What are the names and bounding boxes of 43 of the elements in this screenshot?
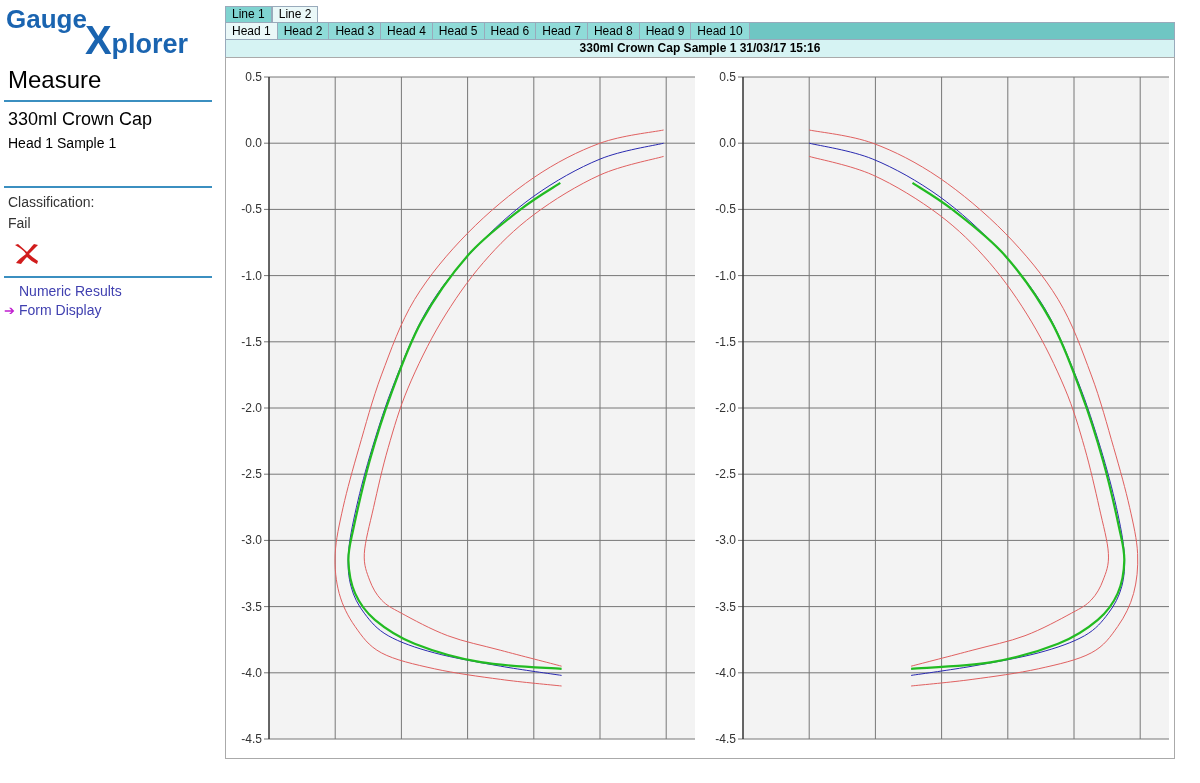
- axis-label: -3.0: [715, 533, 736, 548]
- classification-label: Classification:: [7, 193, 96, 212]
- axis-label: 0.5: [719, 70, 736, 84]
- axis-label: -4.0: [241, 665, 262, 680]
- selection-arrow: ➔: [4, 301, 16, 320]
- line-tab[interactable]: Line 1: [225, 6, 272, 22]
- axis-label: -1.0: [241, 268, 262, 283]
- axis-label: -1.5: [715, 334, 736, 349]
- axis-label: 0.5: [245, 70, 262, 84]
- axis-label: -2.5: [241, 467, 262, 482]
- head-tab[interactable]: Head 7: [536, 23, 588, 39]
- axis-label: -2.0: [715, 401, 736, 415]
- head-tab[interactable]: Head 10: [691, 23, 750, 39]
- head-tab[interactable]: Head 5: [432, 23, 485, 39]
- axis-label: -1.5: [241, 334, 262, 349]
- head-tab[interactable]: Head 8: [587, 23, 640, 39]
- axis-label: -4.5: [241, 732, 262, 746]
- panel-title: 330ml Crown Cap Sample 1 31/03/17 15:16: [225, 40, 1175, 57]
- axis-label: -2.5: [715, 467, 736, 482]
- head-tab[interactable]: Head 9: [639, 23, 692, 39]
- head-tab[interactable]: Head 6: [484, 23, 537, 39]
- head-tab[interactable]: Head 4: [381, 23, 433, 39]
- axis-label: -1.0: [715, 268, 736, 283]
- head-tab[interactable]: Head 2: [277, 23, 330, 39]
- sample-name: Head 1 Sample 1: [7, 134, 118, 153]
- product-name: 330ml Crown Cap: [7, 108, 154, 131]
- nav-link[interactable]: Numeric Results: [19, 281, 122, 302]
- axis-label: -0.5: [715, 202, 736, 217]
- axis-label: -4.0: [715, 665, 736, 680]
- head-tab[interactable]: Head 3: [329, 23, 382, 39]
- axis-label: -3.5: [715, 599, 736, 614]
- axis-label: -3.5: [241, 599, 262, 614]
- axis-label: 0.0: [245, 136, 262, 151]
- nav-link[interactable]: Form Display: [19, 300, 102, 321]
- page-heading: Measure: [7, 65, 103, 95]
- axis-label: -2.0: [241, 401, 262, 415]
- line-tab[interactable]: Line 2: [271, 6, 319, 22]
- axis-label: 0.0: [719, 136, 736, 151]
- head-tab[interactable]: Head 1: [226, 23, 278, 39]
- axis-label: -3.0: [241, 533, 262, 548]
- classification-value: Fail: [7, 214, 32, 233]
- axis-label: -4.5: [715, 732, 736, 746]
- axis-label: -0.5: [241, 202, 262, 217]
